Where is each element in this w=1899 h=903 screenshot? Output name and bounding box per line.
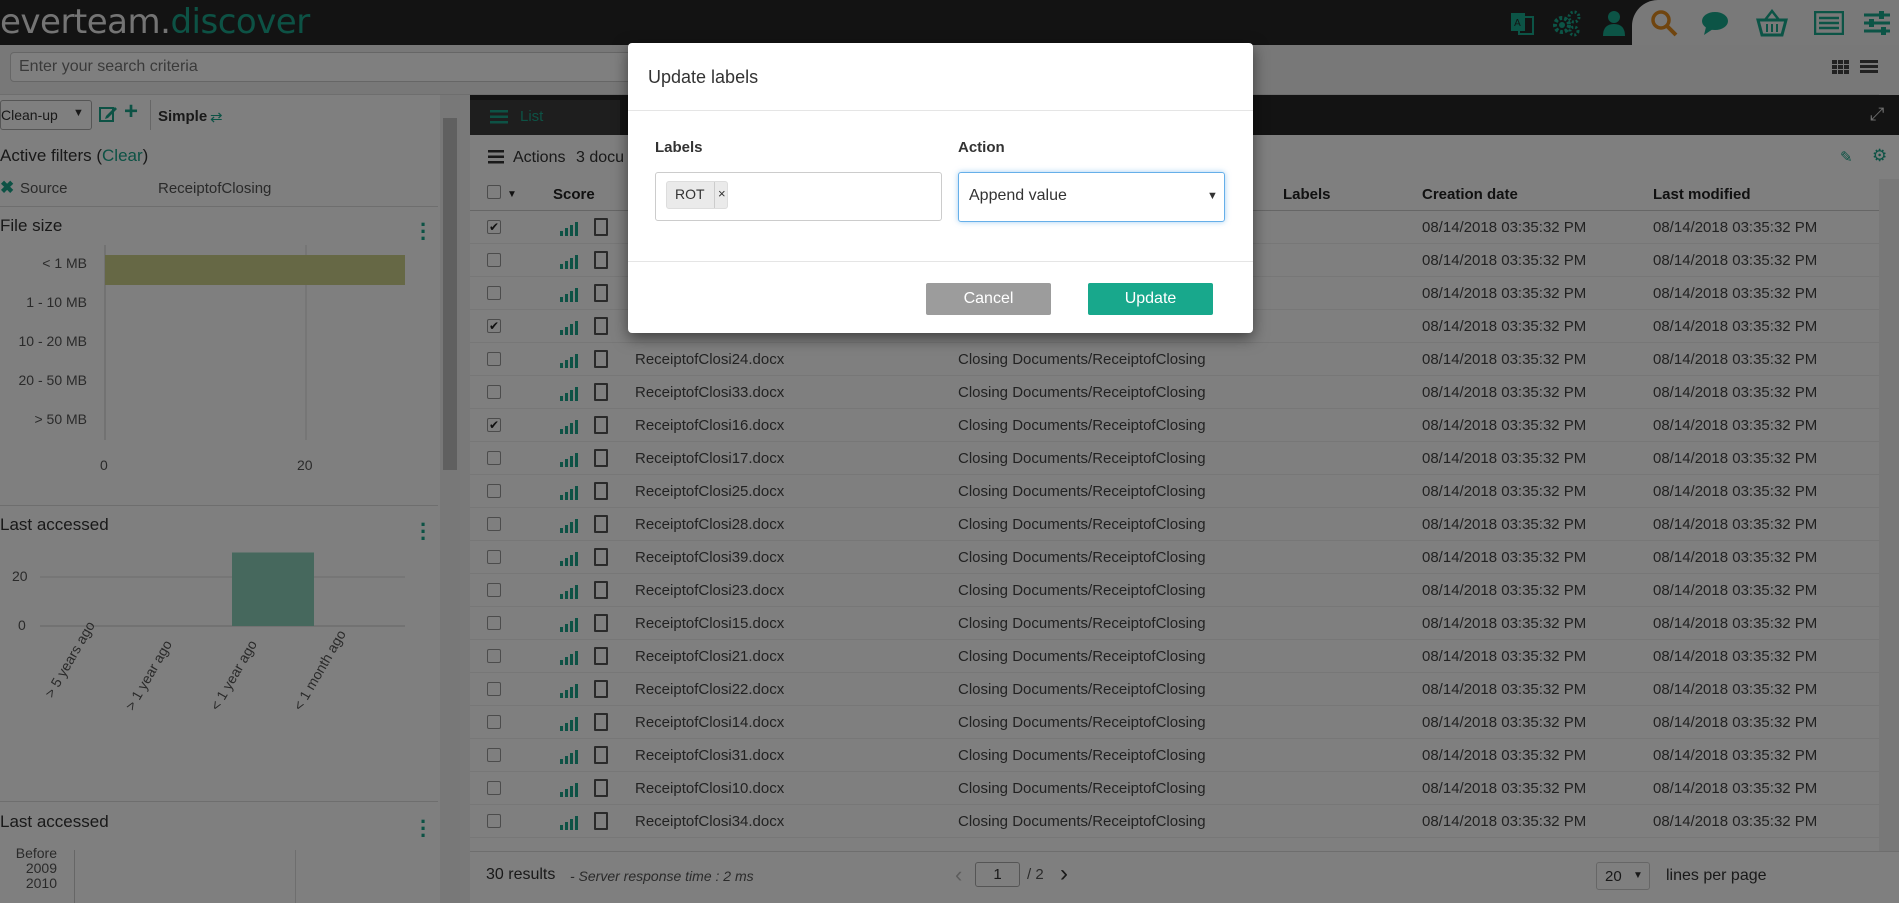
update-labels-dialog: Update labels Labels Action ROT × Append… [628, 43, 1253, 333]
label-chip-text: ROT [675, 186, 705, 202]
action-heading: Action [958, 139, 1005, 156]
labels-input[interactable]: ROT × [655, 172, 942, 221]
labels-heading: Labels [655, 139, 703, 156]
action-select-value: Append value [969, 187, 1067, 204]
caret-down-icon: ▼ [1207, 190, 1218, 202]
remove-label-icon[interactable]: × [714, 182, 728, 208]
update-button[interactable]: Update [1088, 283, 1213, 315]
label-chip: ROT × [666, 181, 728, 209]
dialog-title: Update labels [648, 67, 759, 87]
divider [628, 110, 1253, 111]
divider [628, 261, 1253, 262]
cancel-button[interactable]: Cancel [926, 283, 1051, 315]
action-select[interactable]: Append value ▼ [958, 172, 1225, 222]
